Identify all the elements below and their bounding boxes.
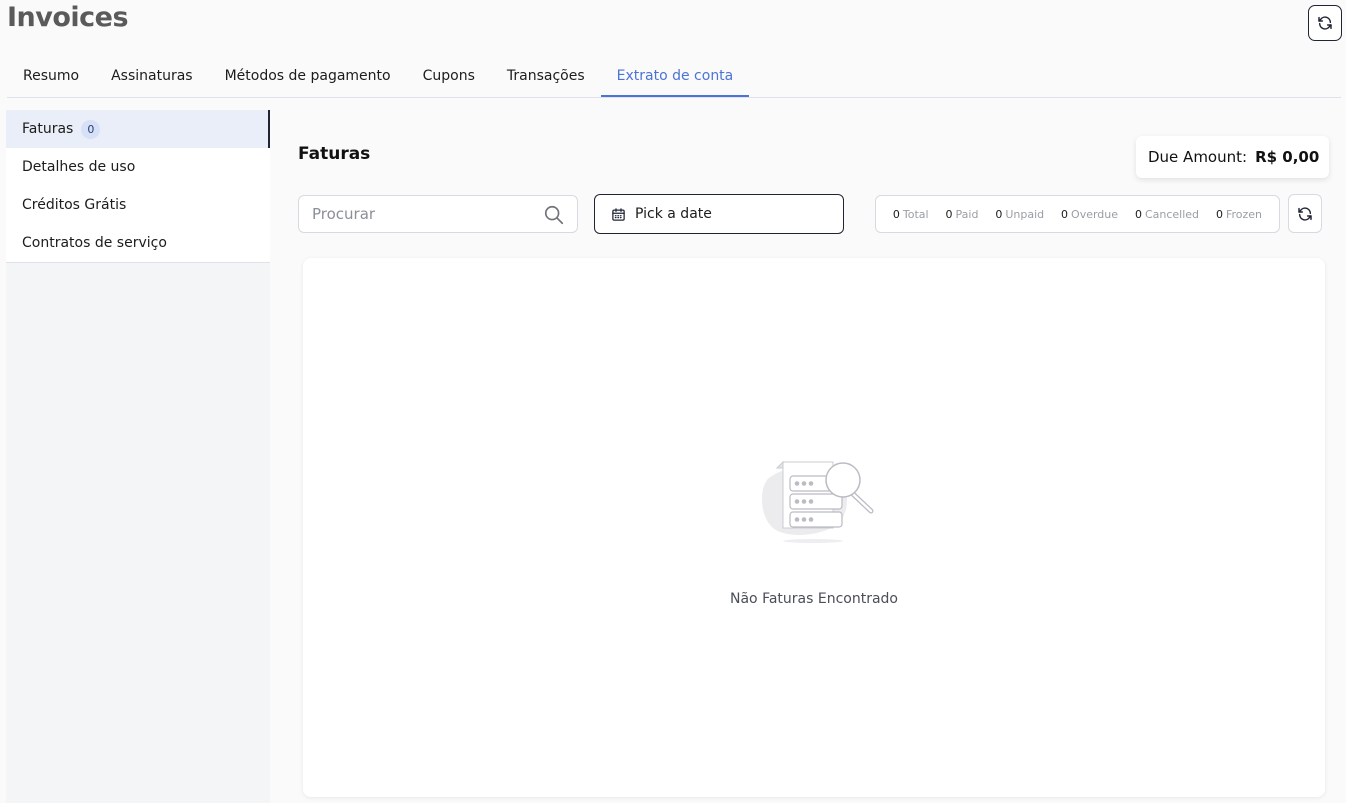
status-unpaid[interactable]: 0 Unpaid bbox=[995, 208, 1044, 221]
sidebar-item-detalhes-de-uso[interactable]: Detalhes de uso bbox=[6, 148, 270, 186]
due-amount-card: Due Amount: R$ 0,00 bbox=[1136, 136, 1329, 178]
tab-bar: Resumo Assinaturas Métodos de pagamento … bbox=[7, 56, 1341, 98]
search-icon[interactable] bbox=[543, 204, 565, 226]
page-title: Invoices bbox=[7, 2, 129, 33]
tab-cupons[interactable]: Cupons bbox=[407, 56, 491, 97]
tab-resumo[interactable]: Resumo bbox=[7, 56, 95, 97]
sidebar-item-contratos-de-servico[interactable]: Contratos de serviço bbox=[6, 224, 270, 262]
sidebar-list: Faturas 0 Detalhes de uso Créditos Gráti… bbox=[6, 110, 270, 263]
sidebar-item-label: Detalhes de uso bbox=[22, 159, 136, 175]
date-picker-label: Pick a date bbox=[635, 206, 712, 222]
empty-state-icon bbox=[761, 460, 874, 543]
refresh-button[interactable] bbox=[1308, 5, 1342, 41]
tab-transacoes[interactable]: Transações bbox=[491, 56, 601, 97]
tab-extrato-de-conta[interactable]: Extrato de conta bbox=[600, 56, 750, 97]
empty-state-message: Não Faturas Encontrado bbox=[730, 591, 898, 607]
sidebar-item-label: Contratos de serviço bbox=[22, 235, 167, 251]
due-amount-label: Due Amount: bbox=[1148, 148, 1248, 166]
refresh-icon bbox=[1298, 206, 1312, 221]
count-badge: 0 bbox=[81, 119, 101, 139]
search-input[interactable] bbox=[299, 205, 534, 223]
tab-assinaturas[interactable]: Assinaturas bbox=[95, 56, 209, 97]
sidebar-item-faturas[interactable]: Faturas 0 bbox=[6, 110, 270, 148]
date-picker-button[interactable]: Pick a date bbox=[594, 194, 844, 234]
invoices-table: Não Faturas Encontrado bbox=[303, 258, 1325, 797]
sidebar-item-label: Faturas bbox=[22, 121, 74, 137]
refresh-icon bbox=[1318, 16, 1332, 30]
due-amount-value: R$ 0,00 bbox=[1255, 148, 1320, 166]
status-paid[interactable]: 0 Paid bbox=[946, 208, 979, 221]
status-cancelled[interactable]: 0 Cancelled bbox=[1135, 208, 1199, 221]
sidebar: Faturas 0 Detalhes de uso Créditos Gráti… bbox=[6, 110, 270, 803]
table-refresh-button[interactable] bbox=[1288, 194, 1322, 233]
status-total[interactable]: 0 Total bbox=[893, 208, 929, 221]
status-frozen[interactable]: 0 Frozen bbox=[1216, 208, 1262, 221]
status-summary: 0 Total 0 Paid 0 Unpaid 0 Overdue 0 Cancelled… bbox=[875, 195, 1280, 233]
sidebar-item-creditos-gratis[interactable]: Créditos Grátis bbox=[6, 186, 270, 224]
status-overdue[interactable]: 0 Overdue bbox=[1061, 208, 1118, 221]
tab-metodos-de-pagamento[interactable]: Métodos de pagamento bbox=[209, 56, 407, 97]
section-title: Faturas bbox=[298, 144, 371, 164]
search-box bbox=[298, 195, 578, 233]
calendar-icon bbox=[612, 207, 625, 221]
sidebar-item-label: Créditos Grátis bbox=[22, 197, 127, 213]
